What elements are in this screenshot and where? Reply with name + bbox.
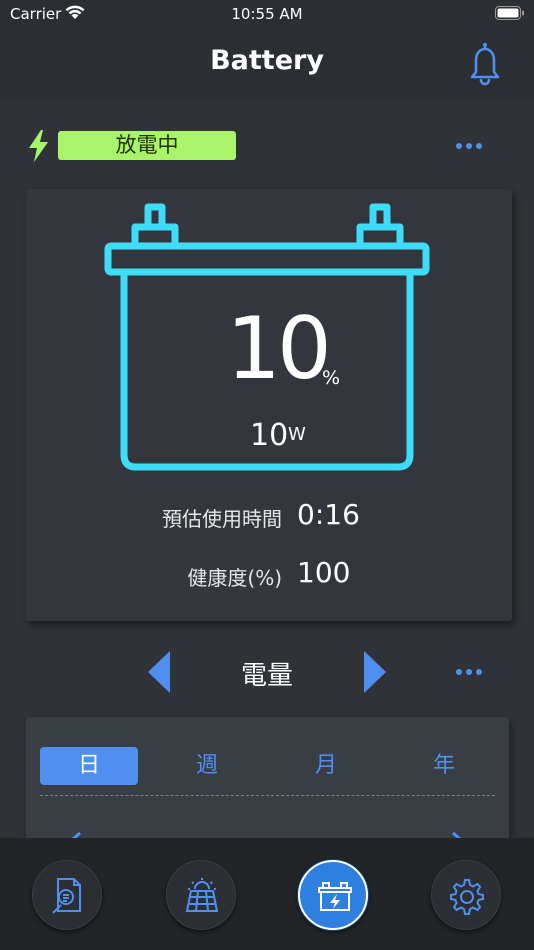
tab-day[interactable]: 日 [40, 747, 138, 785]
tab-week[interactable]: 週 [158, 747, 256, 785]
gear-icon [450, 879, 484, 915]
tab-solar[interactable] [166, 860, 236, 930]
clock: 10:55 AM [231, 5, 303, 23]
more-dot [456, 143, 462, 149]
main-content[interactable]: 放電中 10 % 10 W 預估使用時間 0:16 健康度(%) 100 電量 [0, 100, 534, 838]
more-dot [466, 669, 472, 675]
lightning-bolt-icon [29, 130, 48, 162]
chart-selector-label: 電量 [240, 661, 293, 691]
tab-year[interactable]: 年 [395, 747, 493, 785]
tab-battery[interactable] [298, 860, 368, 930]
more-dot [456, 669, 462, 675]
more-dot [476, 143, 482, 149]
battery-power-unit: W [288, 424, 306, 445]
battery-status-card: 10 % 10 W 預估使用時間 0:16 健康度(%) 100 [26, 189, 512, 621]
chart-more-button[interactable] [455, 667, 485, 677]
page-title: Battery [210, 45, 324, 76]
solar-panel-icon [185, 878, 219, 912]
date-navigator [26, 827, 509, 838]
energy-chart-card: 日 週 月 年 [26, 717, 509, 838]
battery-state-badge: 放電中 [58, 131, 236, 160]
chart-selector: 電量 [0, 648, 534, 696]
state-more-button[interactable] [455, 141, 485, 151]
status-battery-icon [495, 6, 525, 24]
battery-icon [318, 882, 352, 911]
more-dot [476, 669, 482, 675]
health-label: 健康度(%) [187, 566, 282, 590]
navigation-bar: Battery [0, 28, 534, 100]
estimated-time-label: 預估使用時間 [162, 507, 282, 531]
estimated-time-value: 0:16 [297, 498, 360, 531]
battery-power-value: 10 [250, 418, 289, 453]
report-icon [52, 878, 81, 914]
battery-percent-unit: % [322, 367, 341, 389]
bottom-tab-bar [0, 838, 534, 950]
more-dot [466, 143, 472, 149]
next-arrow-icon[interactable] [363, 650, 387, 694]
tab-month[interactable]: 月 [277, 747, 375, 785]
divider [40, 795, 495, 796]
tab-settings[interactable] [431, 860, 501, 930]
tab-report[interactable] [32, 860, 102, 930]
status-bar: Carrier 10:55 AM [0, 0, 534, 28]
health-value: 100 [297, 556, 351, 589]
bell-icon[interactable] [466, 40, 504, 86]
